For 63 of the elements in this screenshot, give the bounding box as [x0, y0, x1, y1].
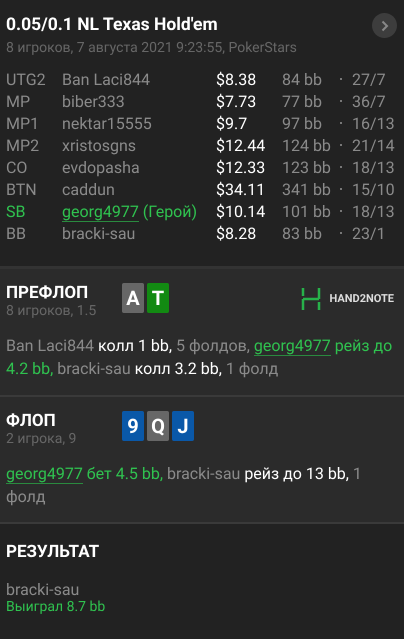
- winner-name: bracki-sau: [6, 580, 80, 600]
- stack-bb: 341 bb: [282, 180, 332, 198]
- player-link[interactable]: georg4977: [254, 336, 331, 356]
- stack-amount: $34.11: [216, 180, 266, 198]
- player-stats: 21/14: [352, 136, 395, 154]
- hand-title: 0.05/0.1 NL Texas Hold'em: [6, 14, 218, 34]
- stack-amount: $8.28: [216, 224, 258, 242]
- stack-bb: 84 bb: [282, 70, 323, 88]
- stack-amount: $9.7: [216, 114, 248, 132]
- stack-bb: 77 bb: [282, 92, 323, 110]
- position-label: MP1: [6, 114, 40, 132]
- street-title: ФЛОП: [6, 410, 57, 431]
- position-label: CO: [6, 158, 28, 176]
- player-name: bracki-sau: [62, 224, 136, 242]
- chevron-right-icon: [380, 20, 388, 32]
- position-label: BB: [6, 224, 27, 242]
- player-name: evdopasha: [62, 158, 140, 176]
- playing-card: 9: [122, 410, 144, 441]
- stack-bb: 97 bb: [282, 114, 323, 132]
- position-label: MP: [6, 92, 32, 110]
- win-amount: Выиграл 8.7 bb: [6, 599, 106, 616]
- player-link[interactable]: georg4977: [6, 464, 83, 484]
- brand-name: HAND2NOTE: [330, 291, 394, 307]
- position-label: SB: [6, 202, 26, 220]
- player-stats: 18/13: [352, 202, 395, 220]
- position-label: BTN: [6, 180, 38, 198]
- position-label: UTG2: [6, 70, 47, 88]
- player-stats: 16/13: [352, 114, 395, 132]
- next-button[interactable]: [372, 13, 397, 38]
- stack-amount: $12.33: [216, 158, 266, 176]
- stack-amount: $7.73: [216, 92, 258, 110]
- player-name: nektar15555: [62, 114, 152, 132]
- player-stats: 18/13: [352, 158, 395, 176]
- playing-card: J: [172, 410, 194, 441]
- player-name: xristosgns: [62, 136, 136, 154]
- street-title: ПРЕФЛОП: [6, 283, 90, 304]
- playing-card: Q: [147, 410, 169, 441]
- street-subtitle: 2 игрока, 9: [6, 430, 78, 448]
- hero-tag: (Герой): [142, 202, 198, 220]
- player-name: biber333: [62, 92, 125, 110]
- player-stats: 36/7: [352, 92, 386, 110]
- logo-icon: [300, 288, 321, 310]
- stack-bb: 101 bb: [282, 202, 332, 220]
- playing-card: A: [122, 283, 144, 313]
- stack-bb: 124 bb: [282, 136, 332, 154]
- street-subtitle: 8 игроков, 1.5: [6, 303, 98, 320]
- stack-bb: 123 bb: [282, 158, 332, 176]
- position-label: MP2: [6, 136, 40, 154]
- player-link[interactable]: georg4977: [62, 202, 139, 222]
- player-name: Ban Laci844: [62, 70, 150, 88]
- action-summary: Ban Laci844 колл 1 bb, 5 фолдов, georg4977 рейз до 4.2 bb, bracki-sau колл 3.2 bb, 1 фолд: [6, 335, 394, 380]
- result-title: РЕЗУЛЬТАТ: [6, 542, 100, 562]
- player-name: caddun: [62, 180, 115, 198]
- stack-amount: $10.14: [216, 202, 266, 220]
- hand-subtitle: 8 игроков, 7 августа 2021 9:23:55, PokerStars: [6, 40, 298, 56]
- player-stats: 15/10: [352, 180, 395, 198]
- player-stats: 23/1: [352, 224, 386, 242]
- action-summary: georg4977 бет 4.5 bb, bracki-sau рейз до 13 bb, 1 фолд: [6, 462, 363, 508]
- playing-card: T: [147, 283, 169, 313]
- stack-bb: 83 bb: [282, 224, 323, 242]
- stack-amount: $8.38: [216, 70, 258, 88]
- stack-amount: $12.44: [216, 136, 266, 154]
- player-stats: 27/7: [352, 70, 386, 88]
